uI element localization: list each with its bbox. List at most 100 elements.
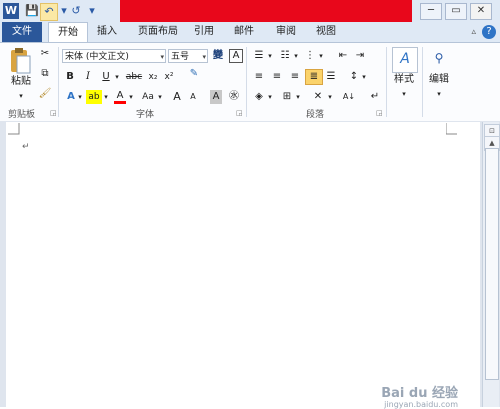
- decrease-indent-icon[interactable]: ⇤: [336, 49, 350, 63]
- document-page[interactable]: ↵ Bai du 经验 jingyan.baidu.com: [6, 122, 480, 409]
- help-icon[interactable]: ?: [482, 25, 496, 39]
- show-marks-icon[interactable]: ↵: [368, 90, 382, 104]
- customize-quick-access-icon[interactable]: ▾: [84, 3, 100, 19]
- crop-mark-icon: [8, 123, 20, 135]
- tab-view[interactable]: 视图: [312, 22, 340, 42]
- shrink-font-button[interactable]: A: [186, 90, 200, 104]
- distributed-align-icon[interactable]: ☰: [324, 70, 338, 84]
- group-separator: [422, 47, 423, 117]
- format-painter-icon[interactable]: 🖌: [38, 87, 52, 101]
- character-shading-button[interactable]: A: [210, 90, 222, 104]
- styles-button[interactable]: 样式: [390, 73, 418, 87]
- font-color-button[interactable]: A: [114, 90, 126, 104]
- increase-indent-icon[interactable]: ⇥: [353, 49, 367, 63]
- numbering-icon[interactable]: ☷: [278, 49, 292, 63]
- multilevel-dropdown-icon[interactable]: ▾: [317, 49, 325, 63]
- borders-icon[interactable]: ⊞: [280, 90, 294, 104]
- ribbon-tab-row: 文件 开始 插入 页面布局 引用 邮件 审阅 视图 ▵ ?: [0, 22, 500, 43]
- restore-button[interactable]: ▭: [445, 3, 467, 20]
- chinese-layout-icon[interactable]: ✕: [310, 90, 326, 104]
- underline-dropdown-icon[interactable]: ▾: [113, 70, 121, 84]
- bold-button[interactable]: B: [64, 70, 76, 84]
- editing-dropdown-icon[interactable]: ▾: [433, 87, 445, 101]
- title-bar: W 💾 ↶ ▾ ↺ ▾ ─ ▭ ✕: [0, 0, 500, 22]
- font-name-value: 宋体 (中文正文): [65, 52, 129, 62]
- tab-review[interactable]: 审阅: [272, 22, 300, 42]
- font-dialog-launcher-icon[interactable]: ◲: [236, 109, 243, 117]
- clear-formatting-icon[interactable]: ✎: [186, 67, 202, 81]
- shading-dropdown-icon[interactable]: ▾: [266, 90, 274, 104]
- tab-page-layout[interactable]: 页面布局: [134, 22, 182, 42]
- font-name-combo[interactable]: 宋体 (中文正文) ▾: [62, 49, 166, 63]
- group-separator: [246, 47, 247, 117]
- bullets-icon[interactable]: ☰: [252, 49, 266, 63]
- tab-home[interactable]: 开始: [48, 22, 88, 43]
- ribbon: 粘贴 ▾ ✂ ⧉ 🖌 剪贴板 ◲ 宋体 (中文正文) ▾ 五号 ▾ 變 A B …: [0, 42, 500, 122]
- grow-font-button[interactable]: A: [170, 90, 184, 104]
- tab-mailings[interactable]: 邮件: [230, 22, 258, 42]
- styles-icon[interactable]: A: [392, 47, 418, 73]
- font-size-value: 五号: [171, 52, 190, 62]
- sort-icon[interactable]: A↓: [342, 90, 356, 104]
- bullets-dropdown-icon[interactable]: ▾: [266, 49, 274, 63]
- change-case-dropdown-icon[interactable]: ▾: [156, 90, 164, 104]
- font-color-dropdown-icon[interactable]: ▾: [127, 90, 135, 104]
- shading-icon[interactable]: ◈: [252, 90, 266, 104]
- group-separator: [386, 47, 387, 117]
- paste-icon[interactable]: [8, 47, 32, 75]
- vertical-scrollbar[interactable]: ⊡ ▲: [482, 122, 500, 407]
- paragraph-dialog-launcher-icon[interactable]: ◲: [376, 109, 383, 117]
- paragraph-mark: ↵: [22, 142, 30, 152]
- numbering-dropdown-icon[interactable]: ▾: [292, 49, 300, 63]
- align-right-icon[interactable]: ≡: [288, 70, 302, 84]
- underline-button[interactable]: U: [100, 70, 112, 84]
- minimize-ribbon-icon[interactable]: ▵: [471, 27, 476, 37]
- phonetic-guide-button[interactable]: 變: [211, 49, 225, 63]
- clipboard-dialog-launcher-icon[interactable]: ◲: [50, 109, 57, 117]
- scrollbar-thumb[interactable]: [485, 148, 499, 380]
- strikethrough-button[interactable]: abc: [125, 70, 143, 84]
- superscript-button[interactable]: x²: [162, 70, 176, 84]
- font-size-combo[interactable]: 五号 ▾: [168, 49, 208, 63]
- crop-mark-icon: [446, 123, 457, 135]
- tab-insert[interactable]: 插入: [92, 22, 122, 42]
- find-binoculars-icon[interactable]: ⚲: [428, 47, 450, 69]
- highlight-dropdown-icon[interactable]: ▾: [102, 90, 110, 104]
- copy-icon[interactable]: ⧉: [38, 67, 52, 81]
- chinese-layout-dropdown-icon[interactable]: ▾: [326, 90, 334, 104]
- change-case-button[interactable]: Aa: [139, 90, 157, 104]
- chevron-down-icon: ▾: [202, 53, 206, 61]
- subscript-button[interactable]: x₂: [146, 70, 160, 84]
- chevron-down-icon: ▾: [160, 53, 164, 61]
- watermark-url: jingyan.baidu.com: [384, 400, 458, 409]
- save-icon[interactable]: 💾: [24, 3, 40, 19]
- text-effects-dropdown-icon[interactable]: ▾: [76, 90, 84, 104]
- group-separator: [58, 47, 59, 117]
- clipboard-group-label: 剪贴板: [8, 110, 36, 120]
- align-left-icon[interactable]: ≡: [252, 70, 266, 84]
- character-border-button[interactable]: A: [229, 49, 243, 63]
- redo-icon[interactable]: ↺: [68, 3, 84, 19]
- align-center-icon[interactable]: ≡: [270, 70, 284, 84]
- enclose-characters-button[interactable]: ㊌: [227, 90, 241, 104]
- justify-icon[interactable]: ≣: [305, 69, 323, 85]
- italic-button[interactable]: I: [82, 70, 94, 84]
- tab-references[interactable]: 引用: [190, 22, 218, 42]
- minimize-button[interactable]: ─: [420, 3, 442, 20]
- paste-dropdown-icon[interactable]: ▾: [14, 89, 28, 103]
- editing-button[interactable]: 编辑: [426, 73, 452, 87]
- paragraph-group-label: 段落: [306, 110, 325, 120]
- paste-button[interactable]: 粘贴: [8, 75, 34, 89]
- close-button[interactable]: ✕: [470, 3, 492, 20]
- word-app-icon[interactable]: W: [3, 3, 19, 19]
- multilevel-list-icon[interactable]: ⋮: [303, 49, 317, 63]
- borders-dropdown-icon[interactable]: ▾: [294, 90, 302, 104]
- line-spacing-dropdown-icon[interactable]: ▾: [360, 70, 368, 84]
- window-title-redacted: [120, 0, 412, 22]
- styles-dropdown-icon[interactable]: ▾: [398, 87, 410, 101]
- tab-file[interactable]: 文件: [2, 22, 42, 42]
- cut-icon[interactable]: ✂: [38, 47, 52, 61]
- highlight-color-button[interactable]: ab: [86, 90, 102, 104]
- line-spacing-icon[interactable]: ↕: [347, 70, 361, 84]
- watermark-logo: Bai du 经验: [381, 386, 458, 401]
